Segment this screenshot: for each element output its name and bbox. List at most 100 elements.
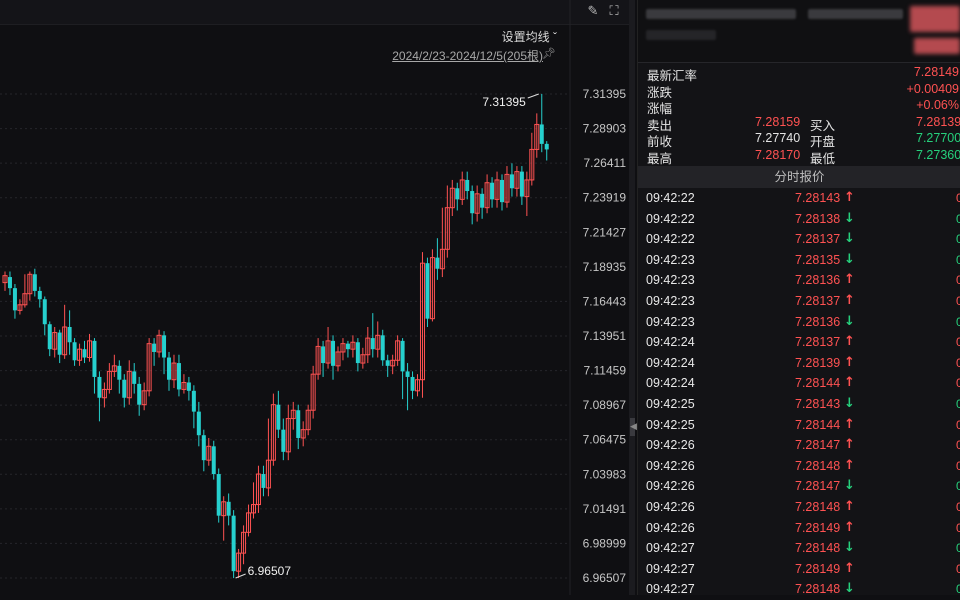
tick-volume-cutoff: 0 <box>956 191 960 205</box>
y-tick-label: 6.98999 <box>583 536 627 550</box>
tick-volume-cutoff: 0 <box>956 355 960 370</box>
candle-body <box>37 290 42 300</box>
candle-body <box>162 335 167 358</box>
high-annotation-label: 7.31395 <box>482 95 526 109</box>
candle-body <box>32 274 37 291</box>
arrow-down-icon: ↓ <box>844 540 855 556</box>
y-tick-label: 7.28903 <box>583 122 627 136</box>
chart-panel[interactable]: ✎ ⛶ 设置均线 ˇ 2024/2/23-2024/12/5(205根) 📌︎ … <box>0 0 635 595</box>
arrow-down-icon: ↓ <box>844 231 855 247</box>
tick-time: 09:42:22 <box>646 232 695 247</box>
candlestick-chart[interactable]: 7.31395 7.28903 7.26411 7.23919 7.21427 7.189… <box>0 0 629 595</box>
candle-body <box>7 277 12 289</box>
candle-body <box>92 340 97 377</box>
tick-volume-cutoff: 0 <box>956 458 960 473</box>
tick-price: 7.28144 <box>795 376 841 391</box>
tick-time: 09:42:27 <box>646 561 695 576</box>
blurred-header <box>638 0 960 63</box>
quote-value: 7.28149 <box>913 65 959 79</box>
candle-body <box>137 383 142 405</box>
quote-value: 7.28170 <box>755 147 801 162</box>
tick-list[interactable]: 09:42:22 7.28143 ↑ 0 09:42:22 7.28138 ↓ 0 09:42:… <box>638 188 960 600</box>
tick-price: 7.28136 <box>795 273 841 288</box>
candle-body <box>435 257 440 269</box>
tick-time: 09:42:22 <box>646 191 695 205</box>
candle-body <box>216 474 221 516</box>
tick-volume-cutoff: 0 <box>956 335 960 350</box>
tick-time: 09:42:24 <box>646 355 695 370</box>
tick-time: 09:42:27 <box>646 582 695 597</box>
tick-volume-cutoff: 0 <box>956 582 960 597</box>
candle-body <box>321 346 326 364</box>
quote-value: 7.27740 <box>755 131 801 145</box>
candle-body <box>500 179 504 203</box>
quote-pair-row: 卖出 7.28159 买入 7.28139 <box>638 114 960 133</box>
tick-time: 09:42:23 <box>646 293 695 308</box>
tick-price: 7.28148 <box>795 541 841 556</box>
candle-body <box>544 143 549 150</box>
collapse-handle-icon[interactable]: ◀ <box>630 418 637 436</box>
tick-time: 09:42:23 <box>646 252 695 267</box>
candle-body <box>355 342 360 364</box>
arrow-down-icon: ↓ <box>844 478 855 494</box>
tick-price: 7.28143 <box>795 396 841 411</box>
y-tick-label: 7.11459 <box>584 364 627 378</box>
tick-volume-cutoff: 0 <box>956 417 960 432</box>
candle-body <box>226 501 231 516</box>
candle-body <box>122 379 127 398</box>
candle-body <box>276 404 281 430</box>
tick-price: 7.28144 <box>795 417 841 432</box>
tick-price: 7.28137 <box>795 232 841 247</box>
arrow-down-icon: ↓ <box>844 251 855 267</box>
tick-row: 09:42:24 7.28139 ↑ 0 <box>638 353 960 374</box>
tick-volume-cutoff: 0 <box>956 293 960 308</box>
tick-time: 09:42:25 <box>646 417 695 432</box>
arrow-down-icon: ↓ <box>844 581 855 597</box>
quote-summary: 最新汇率 7.28149 涨跌 +0.00409 涨幅 +0.06% 卖出 7.… <box>638 64 960 166</box>
tick-time: 09:42:26 <box>646 499 695 514</box>
candle-body <box>296 410 301 438</box>
arrow-up-icon: ↑ <box>844 272 855 288</box>
tick-price: 7.28137 <box>795 335 841 350</box>
tick-list-header: 分时报价 <box>638 166 960 188</box>
arrow-up-icon: ↑ <box>844 375 855 391</box>
y-tick-label: 7.26411 <box>584 156 627 170</box>
candle-body <box>67 326 72 343</box>
candle-body <box>410 376 415 391</box>
tick-time: 09:42:26 <box>646 458 695 473</box>
tick-row: 09:42:27 7.28148 ↓ 0 <box>638 538 960 559</box>
tick-row: 09:42:27 7.28148 ↓ 0 <box>638 579 960 600</box>
candle-body <box>331 340 336 366</box>
candle-body <box>490 182 495 200</box>
candle-body <box>470 191 475 214</box>
quote-value: 7.28139 <box>916 114 960 129</box>
tick-time: 09:42:23 <box>646 273 695 288</box>
tick-price: 7.28149 <box>795 520 841 535</box>
candle-body <box>82 349 87 358</box>
tick-price: 7.28148 <box>795 499 841 514</box>
low-annotation-label: 6.96507 <box>248 564 292 578</box>
candle-body <box>465 179 470 192</box>
tick-price: 7.28149 <box>795 561 841 576</box>
candle-body <box>231 515 236 572</box>
tick-row: 09:42:23 7.28136 ↑ 0 <box>638 270 960 291</box>
y-tick-label: 7.31395 <box>583 87 627 101</box>
tick-volume-cutoff: 0 <box>956 396 960 411</box>
tick-time: 09:42:23 <box>646 314 695 329</box>
quote-value: +0.00409 <box>906 81 959 96</box>
tick-row: 09:42:23 7.28136 ↓ 0 <box>638 312 960 333</box>
panel-splitter[interactable] <box>629 0 635 595</box>
candle-body <box>405 371 410 377</box>
tick-volume-cutoff: 0 <box>956 376 960 391</box>
y-tick-label: 7.06475 <box>583 433 627 447</box>
tick-volume-cutoff: 0 <box>956 211 960 226</box>
arrow-up-icon: ↑ <box>844 354 855 370</box>
tick-price: 7.28139 <box>795 355 841 370</box>
candle-body <box>425 263 430 319</box>
candle-body <box>509 174 514 189</box>
candle-body <box>370 338 375 350</box>
quote-row-change: 涨跌 +0.00409 <box>638 81 960 100</box>
tick-volume-cutoff: 0 <box>956 520 960 535</box>
y-tick-label: 7.21427 <box>583 225 627 239</box>
tick-volume-cutoff: 0 <box>956 438 960 453</box>
